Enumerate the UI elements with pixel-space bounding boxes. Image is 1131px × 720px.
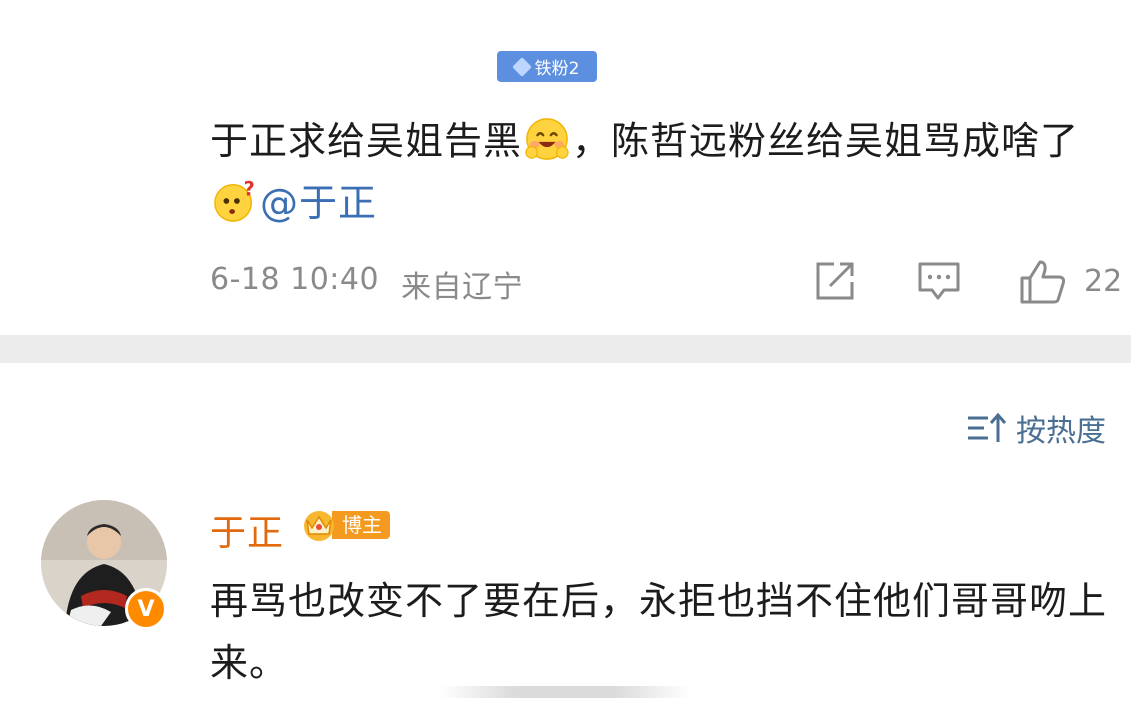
comment-text: 再骂也改变不了要在后，永拒也挡不住他们哥哥吻上来。 — [210, 579, 1108, 685]
fan-badge-label: 铁粉2 — [534, 59, 580, 79]
crown-icon — [304, 511, 334, 541]
commenter-name[interactable]: 于正 — [210, 504, 284, 556]
confused-question-emoji-icon: ? — [214, 178, 256, 222]
post-content: 于正求给吴姐告黑 ，陈哲远粉丝给吴姐骂成啥了 ? @于正 — [210, 110, 1110, 234]
sort-label: 按热度 — [1016, 414, 1106, 449]
weibo-post-page: 铁粉2 于正求给吴姐告黑 ，陈哲远粉丝给吴姐骂成啥了 ? @于正 6-18 10… — [0, 0, 1131, 720]
diamond-icon — [511, 56, 532, 77]
fan-level-badge: 铁粉2 — [497, 51, 597, 82]
post-text-part1: 于正求给吴姐告黑 — [210, 119, 523, 163]
post-card: 铁粉2 于正求给吴姐告黑 ，陈哲远粉丝给吴姐骂成啥了 ? @于正 6-18 10… — [0, 0, 1131, 335]
like-icon[interactable] — [1018, 258, 1068, 306]
author-badge: 博主 — [300, 508, 394, 542]
section-divider — [0, 335, 1131, 363]
post-actions — [0, 258, 1131, 308]
svg-text:?: ? — [244, 178, 256, 200]
post-text-part2: ，陈哲远粉丝给吴姐骂成啥了 — [572, 119, 1080, 163]
grinning-blush-emoji-icon — [525, 118, 569, 160]
verified-v-icon: V — [125, 588, 167, 630]
like-count: 22 — [1084, 264, 1123, 299]
sort-icon — [968, 412, 1007, 442]
author-badge-label: 博主 — [332, 511, 390, 539]
scroll-fade-placeholder — [440, 686, 690, 698]
share-icon[interactable] — [812, 258, 858, 304]
comment-icon[interactable] — [916, 258, 962, 304]
mention-link[interactable]: @于正 — [260, 181, 377, 225]
sort-by-hot-button[interactable]: 按热度 — [966, 408, 1106, 449]
